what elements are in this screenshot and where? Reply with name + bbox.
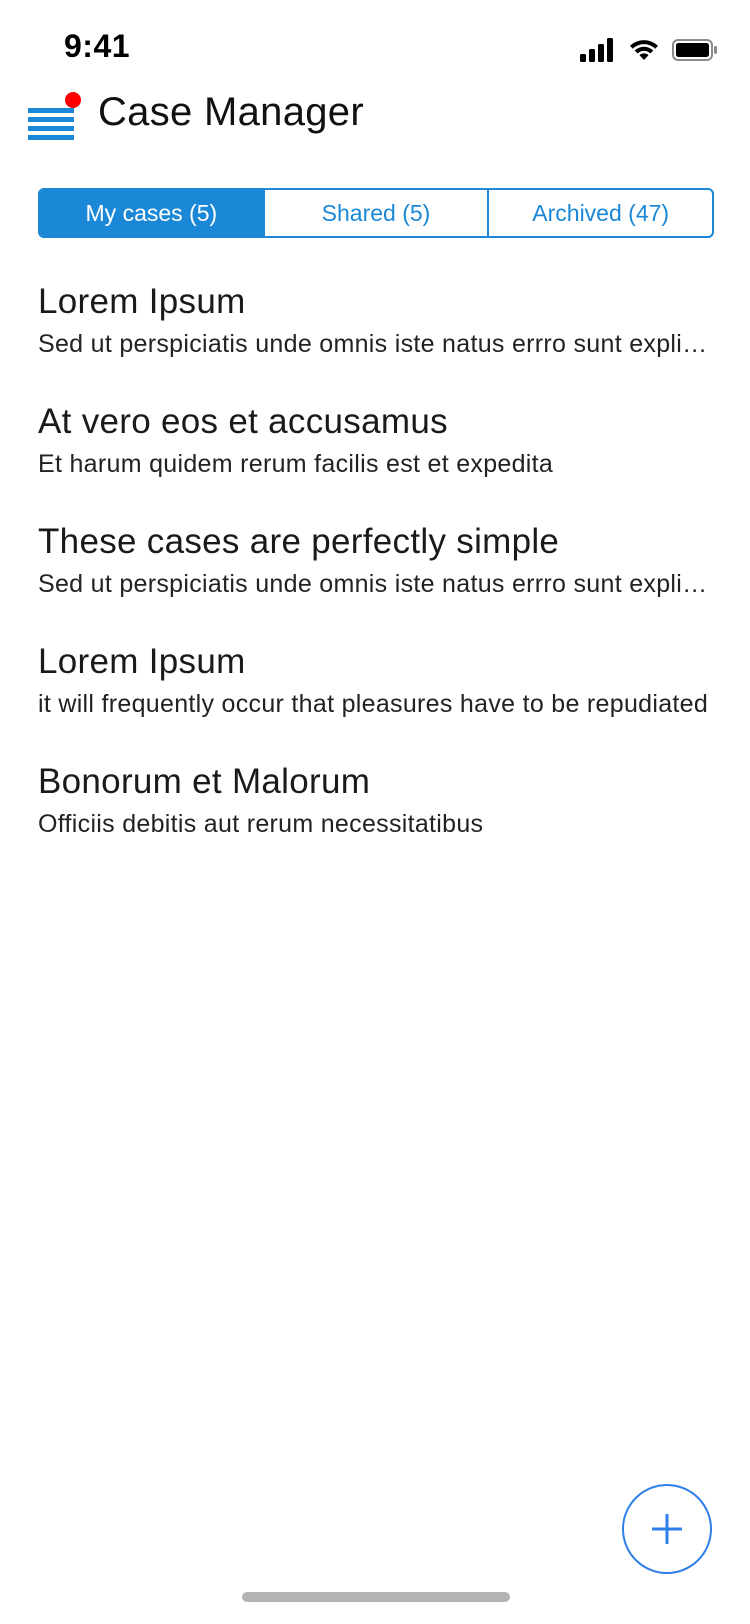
signal-icon	[580, 38, 613, 62]
list-item[interactable]: These cases are perfectly simple Sed ut …	[38, 518, 718, 638]
battery-icon	[672, 39, 717, 61]
list-item[interactable]: At vero eos et accusamus Et harum quidem…	[38, 398, 718, 518]
case-title: Bonorum et Malorum	[38, 762, 371, 801]
status-time: 9:41	[64, 28, 131, 64]
list-item[interactable]: Lorem Ipsum Sed ut perspiciatis unde omn…	[38, 278, 718, 398]
status-icons	[580, 36, 718, 64]
case-description: Et harum quidem rerum facilis est et exp…	[38, 450, 554, 478]
list-item[interactable]: Bonorum et Malorum Officiis debitis aut …	[38, 758, 718, 878]
case-description: Sed ut perspiciatis unde omnis iste natu…	[38, 570, 714, 598]
case-description: Sed ut perspiciatis unde omnis iste natu…	[38, 330, 714, 358]
case-title: Lorem Ipsum	[38, 282, 246, 321]
case-description: Officiis debitis aut rerum necessitatibu…	[38, 810, 484, 838]
home-indicator	[242, 1592, 510, 1602]
wifi-icon	[630, 40, 658, 60]
notification-dot	[65, 92, 81, 108]
add-case-button[interactable]	[622, 1484, 712, 1574]
tab-shared[interactable]: Shared (5)	[262, 190, 488, 236]
case-list: Lorem Ipsum Sed ut perspiciatis unde omn…	[38, 278, 718, 878]
case-description: it will frequently occur that pleasures …	[38, 690, 709, 718]
case-title: At vero eos et accusamus	[38, 402, 448, 441]
app-header: Case Manager	[0, 80, 750, 152]
case-filter-tabs: My cases (5) Shared (5) Archived (47)	[38, 188, 714, 238]
page-title: Case Manager	[98, 90, 364, 134]
list-item[interactable]: Lorem Ipsum it will frequently occur tha…	[38, 638, 718, 758]
case-title: These cases are perfectly simple	[38, 522, 560, 561]
hamburger-menu-icon[interactable]	[28, 92, 81, 142]
plus-icon	[652, 1514, 682, 1544]
case-title: Lorem Ipsum	[38, 642, 246, 681]
tab-my-cases[interactable]: My cases (5)	[40, 190, 263, 236]
tab-archived[interactable]: Archived (47)	[487, 190, 712, 236]
